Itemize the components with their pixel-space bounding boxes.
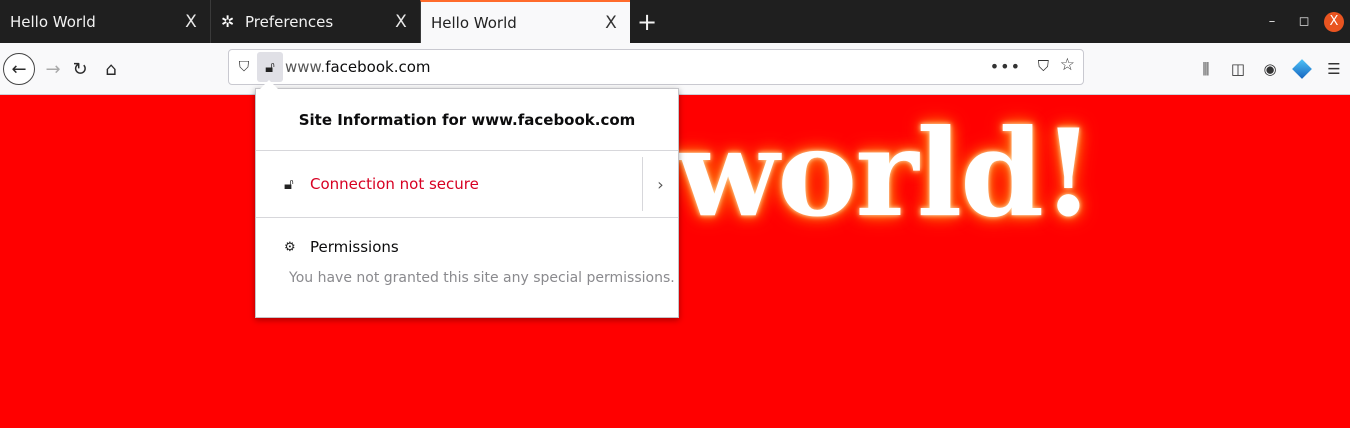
home-icon: ⌂ xyxy=(105,58,117,80)
permissions-icon: ⚙ xyxy=(284,239,296,255)
url-prefix: www. xyxy=(285,58,326,76)
connection-row[interactable]: 🔓︎ Connection not secure › xyxy=(256,151,678,218)
arrow-left-icon: ← xyxy=(11,58,27,80)
account-icon[interactable]: ◉ xyxy=(1254,60,1286,78)
connection-label: Connection not secure xyxy=(310,175,479,193)
shield-icon[interactable]: ⛉ xyxy=(233,56,255,78)
permissions-description: You have not granted this site any speci… xyxy=(289,270,675,286)
tab-strip: Hello World X ✲ Preferences X Hello Worl… xyxy=(0,0,1350,43)
gear-icon: ✲ xyxy=(221,12,235,31)
tab-close-button[interactable]: X xyxy=(392,12,410,32)
arrow-right-icon: → xyxy=(45,58,61,80)
extension-icon[interactable] xyxy=(1292,59,1312,79)
insecure-lock-icon[interactable]: 🔓︎ xyxy=(257,52,283,82)
page-actions-button[interactable]: ••• xyxy=(990,57,1021,76)
tab-title: Preferences xyxy=(245,12,334,31)
tab-title: Hello World xyxy=(431,13,517,32)
tab-preferences[interactable]: ✲ Preferences X xyxy=(210,0,420,43)
minimize-button[interactable]: – xyxy=(1260,14,1284,29)
permissions-section: ⚙ Permissions You have not granted this … xyxy=(256,218,678,286)
window-close-button[interactable]: X xyxy=(1324,11,1344,32)
menu-icon[interactable]: ☰ xyxy=(1318,60,1350,78)
home-button[interactable]: ⌂ xyxy=(95,53,127,85)
maximize-button[interactable]: ◻ xyxy=(1292,14,1316,29)
tab-close-button[interactable]: X xyxy=(602,13,620,33)
tab-title: Hello World xyxy=(10,12,96,31)
back-button[interactable]: ← xyxy=(3,53,35,85)
connection-more-button[interactable]: › xyxy=(642,157,678,211)
tab-hello-world-1[interactable]: Hello World X xyxy=(0,0,210,43)
site-info-popup: Site Information for www.facebook.com 🔓︎… xyxy=(255,80,679,318)
reload-button[interactable]: ↻ xyxy=(64,53,96,85)
url-host: facebook.com xyxy=(325,58,431,76)
insecure-lock-icon: 🔓︎ xyxy=(284,175,294,193)
permissions-label: Permissions xyxy=(310,238,399,256)
library-icon[interactable]: ⫼ xyxy=(1190,60,1222,78)
url-text[interactable]: www.facebook.com xyxy=(285,58,431,76)
page-headline: world! xyxy=(676,103,1095,244)
new-tab-button[interactable]: + xyxy=(630,0,664,43)
tab-close-button[interactable]: X xyxy=(182,12,200,32)
sidebar-icon[interactable]: ◫ xyxy=(1222,60,1254,78)
chevron-right-icon: › xyxy=(657,174,664,194)
window-controls: – ◻ X xyxy=(1260,0,1350,43)
site-info-title: Site Information for www.facebook.com xyxy=(256,89,678,151)
bookmark-star-icon[interactable]: ☆ xyxy=(1060,55,1075,75)
permissions-heading: ⚙ Permissions xyxy=(284,238,678,256)
pocket-icon[interactable]: ⛉ xyxy=(1038,57,1049,75)
popup-arrow xyxy=(260,80,278,89)
url-bar[interactable]: ⛉ 🔓︎ www.facebook.com ••• ⛉ ☆ xyxy=(228,49,1084,85)
reload-icon: ↻ xyxy=(72,58,88,80)
toolbar-right: ⫼ ◫ ◉ ☰ xyxy=(1190,53,1350,85)
tab-hello-world-active[interactable]: Hello World X xyxy=(420,0,630,43)
